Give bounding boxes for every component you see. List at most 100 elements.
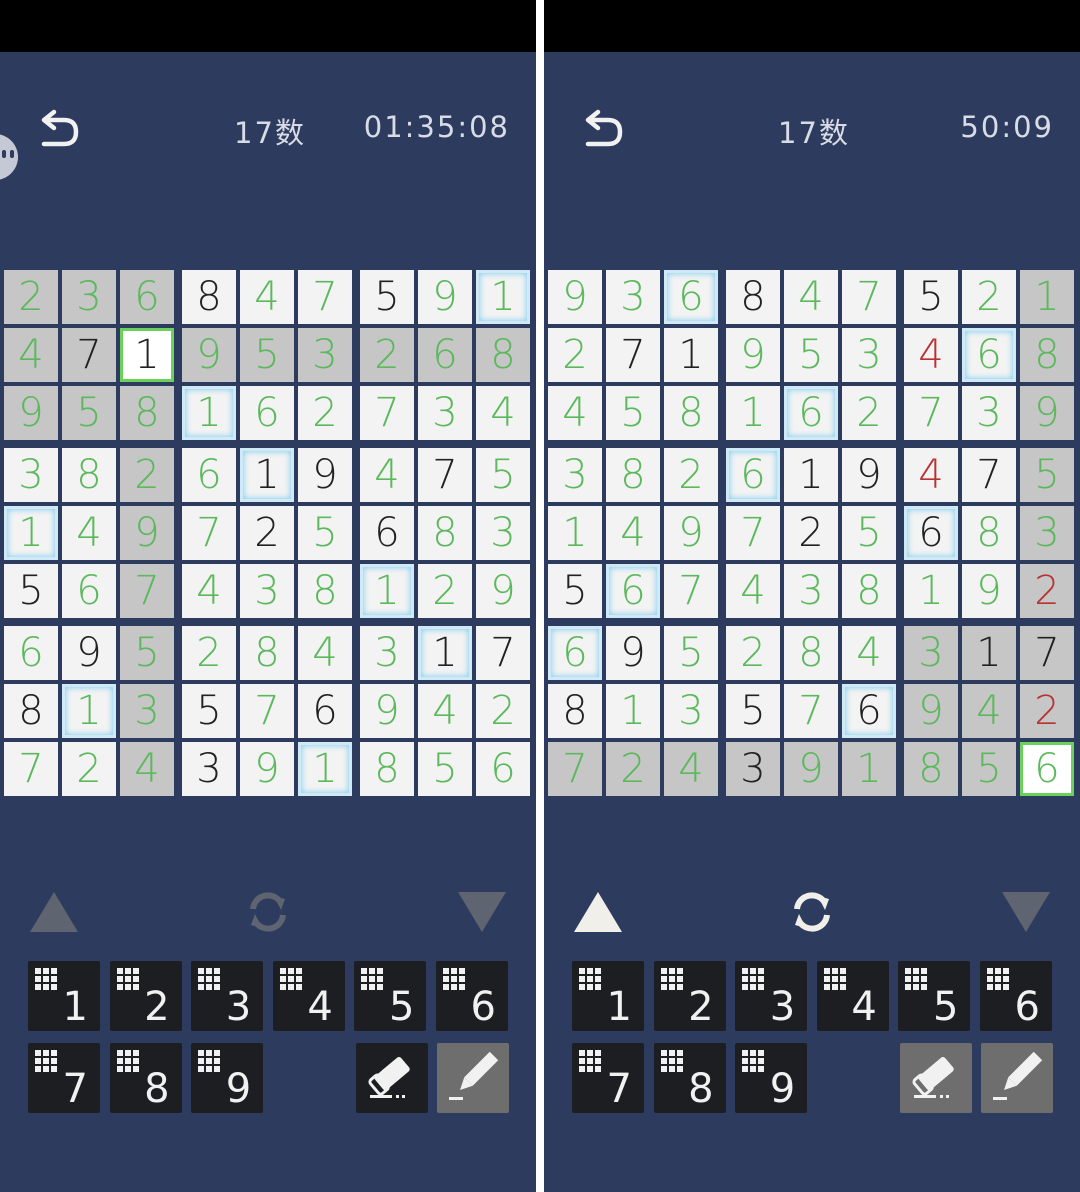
grid-cell-r6c5[interactable]: 3 bbox=[784, 564, 838, 618]
grid-cell-r5c9[interactable]: 3 bbox=[1020, 506, 1074, 560]
grid-cell-r9c6[interactable]: 1 bbox=[842, 742, 896, 796]
grid-cell-r6c6[interactable]: 8 bbox=[298, 564, 352, 618]
grid-cell-r2c7[interactable]: 2 bbox=[360, 328, 414, 382]
number-key-2[interactable]: 2 bbox=[653, 961, 726, 1031]
grid-cell-r3c9[interactable]: 4 bbox=[476, 386, 530, 440]
grid-cell-r2c8[interactable]: 6 bbox=[962, 328, 1016, 382]
grid-cell-r3c4[interactable]: 1 bbox=[726, 386, 780, 440]
eraser-icon[interactable] bbox=[900, 1043, 972, 1113]
grid-cell-r1c7[interactable]: 5 bbox=[360, 270, 414, 324]
triangle-up-icon[interactable] bbox=[574, 892, 622, 932]
triangle-down-icon[interactable] bbox=[1002, 892, 1050, 932]
grid-cell-r5c1[interactable]: 1 bbox=[548, 506, 602, 560]
grid-cell-r7c5[interactable]: 8 bbox=[784, 626, 838, 680]
grid-cell-r4c9[interactable]: 5 bbox=[1020, 448, 1074, 502]
eraser-icon[interactable] bbox=[356, 1043, 428, 1113]
grid-cell-r2c2[interactable]: 7 bbox=[606, 328, 660, 382]
grid-cell-r5c5[interactable]: 2 bbox=[784, 506, 838, 560]
grid-cell-r3c6[interactable]: 2 bbox=[298, 386, 352, 440]
grid-cell-r4c5[interactable]: 1 bbox=[784, 448, 838, 502]
grid-cell-r9c9[interactable]: 6 bbox=[1020, 742, 1074, 796]
grid-cell-r9c8[interactable]: 5 bbox=[418, 742, 472, 796]
grid-cell-r1c1[interactable]: 2 bbox=[4, 270, 58, 324]
grid-cell-r3c2[interactable]: 5 bbox=[606, 386, 660, 440]
number-key-7[interactable]: 7 bbox=[572, 1043, 644, 1113]
grid-cell-r5c3[interactable]: 9 bbox=[120, 506, 174, 560]
grid-cell-r7c9[interactable]: 7 bbox=[1020, 626, 1074, 680]
grid-cell-r8c4[interactable]: 5 bbox=[182, 684, 236, 738]
grid-cell-r1c9[interactable]: 1 bbox=[1020, 270, 1074, 324]
grid-cell-r7c8[interactable]: 1 bbox=[962, 626, 1016, 680]
undo-arrow-icon[interactable] bbox=[580, 108, 628, 152]
grid-cell-r2c1[interactable]: 4 bbox=[4, 328, 58, 382]
number-key-5[interactable]: 5 bbox=[354, 961, 427, 1031]
grid-cell-r6c7[interactable]: 1 bbox=[360, 564, 414, 618]
grid-cell-r5c7[interactable]: 6 bbox=[360, 506, 414, 560]
grid-cell-r9c6[interactable]: 1 bbox=[298, 742, 352, 796]
grid-cell-r6c4[interactable]: 4 bbox=[726, 564, 780, 618]
grid-cell-r8c9[interactable]: 2 bbox=[476, 684, 530, 738]
grid-cell-r4c3[interactable]: 2 bbox=[120, 448, 174, 502]
grid-cell-r5c2[interactable]: 4 bbox=[606, 506, 660, 560]
grid-cell-r1c3[interactable]: 6 bbox=[664, 270, 718, 324]
grid-cell-r6c9[interactable]: 2 bbox=[1020, 564, 1074, 618]
grid-cell-r7c1[interactable]: 6 bbox=[548, 626, 602, 680]
grid-cell-r6c4[interactable]: 4 bbox=[182, 564, 236, 618]
grid-cell-r4c6[interactable]: 9 bbox=[842, 448, 896, 502]
grid-cell-r9c7[interactable]: 8 bbox=[360, 742, 414, 796]
grid-cell-r1c4[interactable]: 8 bbox=[182, 270, 236, 324]
grid-cell-r3c1[interactable]: 9 bbox=[4, 386, 58, 440]
grid-cell-r3c6[interactable]: 2 bbox=[842, 386, 896, 440]
grid-cell-r5c9[interactable]: 3 bbox=[476, 506, 530, 560]
grid-cell-r2c9[interactable]: 8 bbox=[1020, 328, 1074, 382]
grid-cell-r7c4[interactable]: 2 bbox=[182, 626, 236, 680]
grid-cell-r1c4[interactable]: 8 bbox=[726, 270, 780, 324]
number-key-8[interactable]: 8 bbox=[653, 1043, 726, 1113]
grid-cell-r5c6[interactable]: 5 bbox=[842, 506, 896, 560]
grid-cell-r1c1[interactable]: 9 bbox=[548, 270, 602, 324]
grid-cell-r6c2[interactable]: 6 bbox=[62, 564, 116, 618]
grid-cell-r7c1[interactable]: 6 bbox=[4, 626, 58, 680]
grid-cell-r8c8[interactable]: 4 bbox=[962, 684, 1016, 738]
grid-cell-r3c7[interactable]: 7 bbox=[360, 386, 414, 440]
number-key-4[interactable]: 4 bbox=[272, 961, 345, 1031]
grid-cell-r7c2[interactable]: 9 bbox=[606, 626, 660, 680]
grid-cell-r8c5[interactable]: 7 bbox=[240, 684, 294, 738]
number-key-3[interactable]: 3 bbox=[735, 961, 808, 1031]
pencil-icon[interactable] bbox=[981, 1043, 1053, 1113]
number-key-8[interactable]: 8 bbox=[109, 1043, 182, 1113]
grid-cell-r2c3[interactable]: 1 bbox=[664, 328, 718, 382]
grid-cell-r7c2[interactable]: 9 bbox=[62, 626, 116, 680]
grid-cell-r4c4[interactable]: 6 bbox=[182, 448, 236, 502]
grid-cell-r9c5[interactable]: 9 bbox=[784, 742, 838, 796]
grid-cell-r2c1[interactable]: 2 bbox=[548, 328, 602, 382]
grid-cell-r1c6[interactable]: 7 bbox=[298, 270, 352, 324]
grid-cell-r3c8[interactable]: 3 bbox=[962, 386, 1016, 440]
grid-cell-r9c3[interactable]: 4 bbox=[120, 742, 174, 796]
grid-cell-r6c6[interactable]: 8 bbox=[842, 564, 896, 618]
grid-cell-r6c7[interactable]: 1 bbox=[904, 564, 958, 618]
number-key-6[interactable]: 6 bbox=[980, 961, 1052, 1031]
number-key-4[interactable]: 4 bbox=[816, 961, 889, 1031]
grid-cell-r3c1[interactable]: 4 bbox=[548, 386, 602, 440]
grid-cell-r8c1[interactable]: 8 bbox=[548, 684, 602, 738]
grid-cell-r3c5[interactable]: 6 bbox=[784, 386, 838, 440]
grid-cell-r8c2[interactable]: 1 bbox=[62, 684, 116, 738]
grid-cell-r9c5[interactable]: 9 bbox=[240, 742, 294, 796]
triangle-up-icon[interactable] bbox=[30, 892, 78, 932]
grid-cell-r1c6[interactable]: 7 bbox=[842, 270, 896, 324]
grid-cell-r8c7[interactable]: 9 bbox=[360, 684, 414, 738]
grid-cell-r5c7[interactable]: 6 bbox=[904, 506, 958, 560]
grid-cell-r8c5[interactable]: 7 bbox=[784, 684, 838, 738]
grid-cell-r5c5[interactable]: 2 bbox=[240, 506, 294, 560]
grid-cell-r4c1[interactable]: 3 bbox=[548, 448, 602, 502]
grid-cell-r8c6[interactable]: 6 bbox=[298, 684, 352, 738]
grid-cell-r9c4[interactable]: 3 bbox=[182, 742, 236, 796]
grid-cell-r6c5[interactable]: 3 bbox=[240, 564, 294, 618]
grid-cell-r5c8[interactable]: 8 bbox=[418, 506, 472, 560]
grid-cell-r1c8[interactable]: 2 bbox=[962, 270, 1016, 324]
grid-cell-r4c7[interactable]: 4 bbox=[360, 448, 414, 502]
grid-cell-r7c6[interactable]: 4 bbox=[842, 626, 896, 680]
grid-cell-r9c1[interactable]: 7 bbox=[548, 742, 602, 796]
grid-cell-r7c4[interactable]: 2 bbox=[726, 626, 780, 680]
